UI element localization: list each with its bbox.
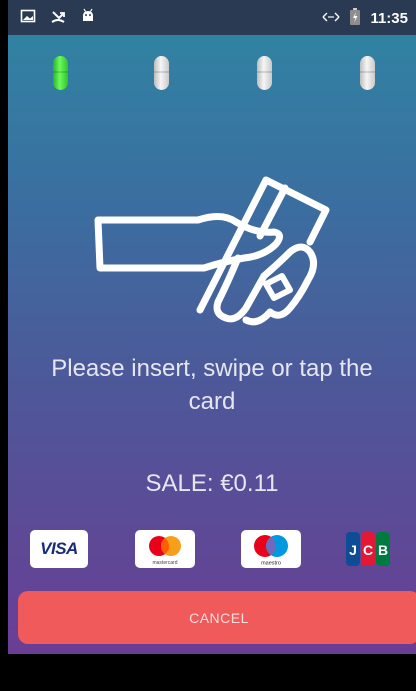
card-prompt: Please insert, swipe or tap the card [8,352,416,418]
sale-amount: SALE: €0.11 [145,470,279,497]
svg-text:mastercard: mastercard [152,560,177,566]
card-prompt-line-2: card [188,388,236,415]
svg-text:maestro: maestro [261,561,281,567]
card-prompt-line-1: Please insert, swipe or tap the [51,355,373,382]
progress-led-1 [53,56,68,90]
data-transfer-icon [322,10,340,27]
insert-card-illustration [88,172,338,332]
status-bar: 11:35 [8,0,416,35]
cancel-button[interactable]: CANCEL [18,591,416,644]
maestro-logo: maestro [241,530,301,568]
mastercard-logo: mastercard [135,530,195,568]
image-icon [20,8,36,29]
battery-charging-icon [350,7,361,29]
svg-text:B: B [378,542,388,558]
progress-indicators [8,56,416,92]
clock: 11:35 [370,9,408,27]
svg-text:J: J [349,542,357,558]
progress-led-4 [360,56,375,90]
progress-led-2 [154,56,169,90]
missed-call-icon [50,8,66,29]
status-bar-right: 11:35 [322,7,408,29]
visa-logo-text: VISA [40,539,78,558]
svg-text:C: C [363,542,373,558]
jcb-logo: J C B [345,530,391,568]
visa-logo: VISA [30,530,88,568]
android-icon [80,8,96,29]
progress-led-3 [257,56,272,90]
payment-screen: 11:35 Please insert, swipe or tap the ca… [8,0,416,654]
status-bar-left [20,8,96,29]
